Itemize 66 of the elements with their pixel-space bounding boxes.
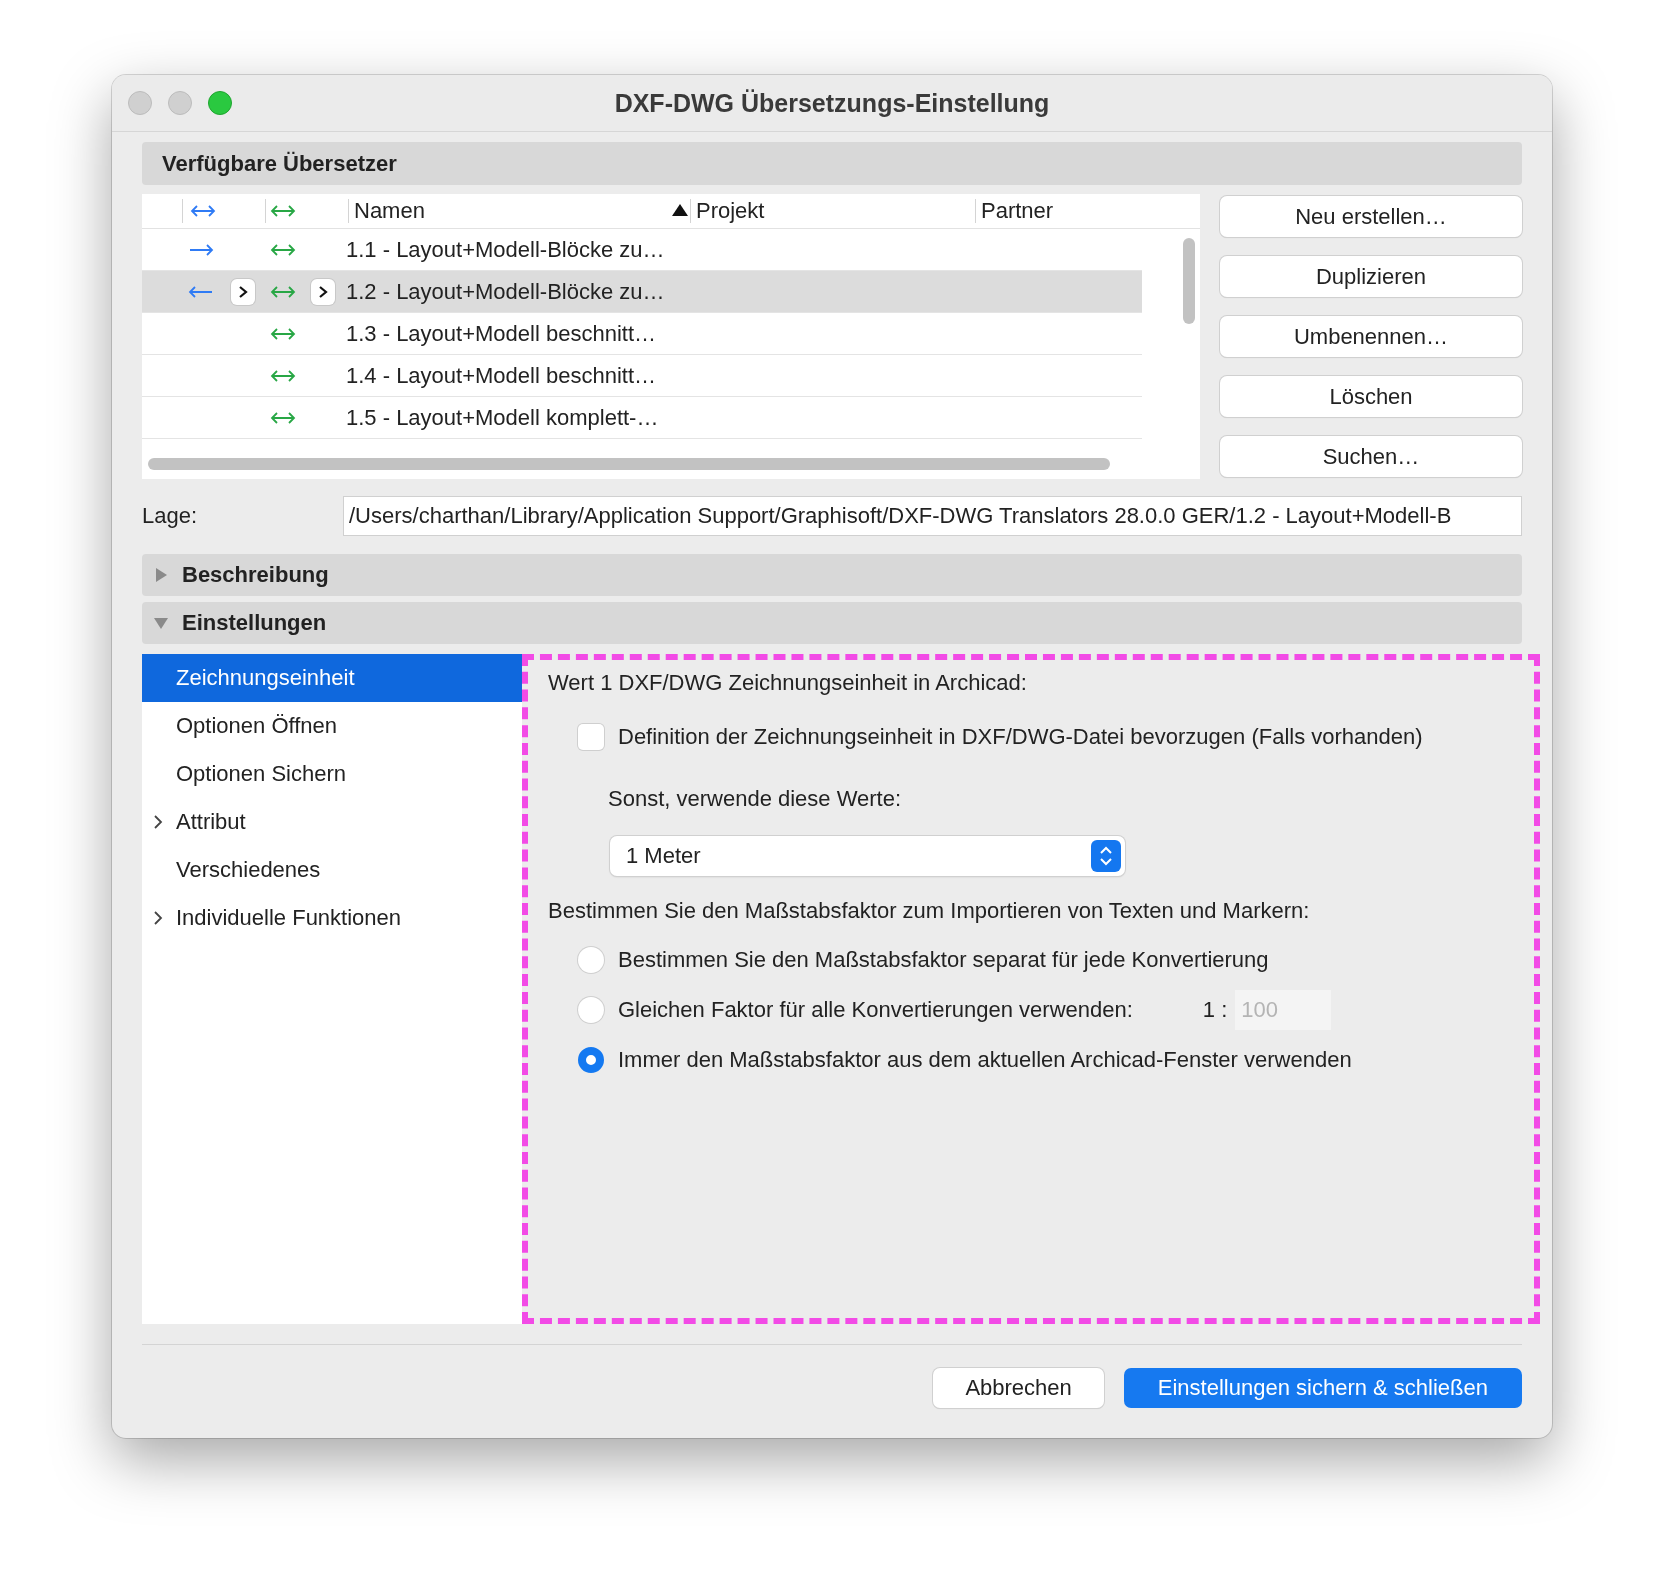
chevron-right-icon: [153, 910, 163, 926]
action-button[interactable]: Duplizieren: [1220, 256, 1522, 297]
radio-label: Gleichen Faktor für alle Konvertierungen verwenden:: [618, 997, 1133, 1023]
chevron-button[interactable]: [311, 278, 335, 305]
column-header[interactable]: Projekt: [690, 199, 975, 223]
zoom-button[interactable]: [208, 91, 232, 115]
chevron-right-icon: [318, 284, 328, 299]
radio-label: Immer den Maßstabsfaktor aus dem aktuellen Archicad-Fenster verwenden: [618, 1047, 1352, 1073]
double-arrow-icon: [270, 325, 296, 342]
field-label: Sonst, verwende diese Werte:: [608, 786, 903, 812]
location-field[interactable]: /Users/charthan/Library/Application Support/Graphisoft/DXF-DWG Translators 28.0.0 GER/1.2 - Layout+Modell-B: [343, 496, 1522, 536]
sidebar-item[interactable]: Attribut: [142, 798, 522, 846]
action-button[interactable]: Umbenennen…: [1220, 316, 1522, 357]
double-arrow-icon: [270, 241, 296, 258]
action-button[interactable]: Suchen…: [1220, 436, 1522, 477]
disclosure-header[interactable]: Beschreibung: [142, 554, 1522, 596]
radio-label: Bestimmen Sie den Maßstabsfaktor separat für jede Konvertierung: [618, 947, 1269, 973]
sort-ascending-icon: [672, 204, 688, 216]
ratio-label: 1 :: [1202, 997, 1228, 1023]
sidebar-item[interactable]: Optionen Sichern: [142, 750, 522, 798]
radio-button[interactable]: [578, 997, 604, 1023]
group-label: Wert 1 DXF/DWG Zeichnungseinheit in Archicad:: [548, 670, 1028, 696]
section-header: Verfügbare Übersetzer: [142, 142, 1522, 185]
location-label: Lage:: [142, 503, 199, 529]
chevron-right-icon: [153, 814, 163, 830]
table-cell: 1.4 - Layout+Modell beschnitt…: [346, 362, 656, 389]
save-button[interactable]: Einstellungen sichern & schließen: [1123, 1368, 1522, 1408]
radio-button[interactable]: [578, 1047, 604, 1073]
column-header[interactable]: Namen: [348, 199, 690, 223]
table-cell: 1.2 - Layout+Modell-Blöcke zu…: [346, 278, 665, 305]
chevron-button[interactable]: [231, 278, 255, 305]
up-down-chevron-icon: [1091, 840, 1121, 872]
sidebar-item[interactable]: Optionen Öffnen: [142, 702, 522, 750]
table-row[interactable]: 1.5 - Layout+Modell komplett-…: [142, 397, 1142, 439]
group-label: Bestimmen Sie den Maßstabsfaktor zum Importieren von Texten und Markern:: [548, 898, 1311, 924]
chevron-right-icon: [238, 284, 248, 299]
scrollbar[interactable]: [148, 458, 1110, 470]
checkbox-label: Definition der Zeichnungseinheit in DXF/DWG-Datei bevorzugen (Falls vorhanden): [618, 724, 1423, 750]
table-cell: 1.3 - Layout+Modell beschnitt…: [346, 320, 656, 347]
table-cell: 1.5 - Layout+Modell komplett-…: [346, 404, 659, 431]
window-title: DXF-DWG Übersetzungs-Einstellung: [614, 88, 1050, 118]
sidebar-item[interactable]: Zeichnungseinheit: [142, 654, 522, 702]
double-arrow-icon: [270, 409, 296, 426]
column-header[interactable]: Partner: [975, 199, 1200, 223]
scrollbar[interactable]: [1183, 238, 1195, 324]
double-arrow-icon: [270, 283, 296, 300]
action-button[interactable]: Löschen: [1220, 376, 1522, 417]
sidebar-item[interactable]: Individuelle Funktionen: [142, 894, 522, 942]
disclosure-header[interactable]: Einstellungen: [142, 602, 1522, 644]
minimize-button[interactable]: [168, 91, 192, 115]
table-row[interactable]: 1.2 - Layout+Modell-Blöcke zu…: [142, 271, 1142, 313]
checkbox[interactable]: [578, 724, 604, 750]
action-button[interactable]: Neu erstellen…: [1220, 196, 1522, 237]
disclosure-triangle-icon: [154, 568, 168, 582]
double-arrow-icon: [270, 367, 296, 384]
sidebar-item[interactable]: Verschiedenes: [142, 846, 522, 894]
double-arrow-icon: [270, 203, 296, 219]
table-row[interactable]: 1.3 - Layout+Modell beschnitt…: [142, 313, 1142, 355]
radio-button[interactable]: [578, 947, 604, 973]
double-arrow-icon: [190, 203, 216, 219]
disclosure-triangle-icon: [154, 616, 168, 630]
table-row[interactable]: 1.4 - Layout+Modell beschnitt…: [142, 355, 1142, 397]
close-button[interactable]: [128, 91, 152, 115]
unit-dropdown[interactable]: 1 Meter: [610, 836, 1125, 876]
table-cell: 1.1 - Layout+Modell-Blöcke zu…: [346, 236, 665, 263]
cancel-button[interactable]: Abbrechen: [933, 1368, 1104, 1408]
